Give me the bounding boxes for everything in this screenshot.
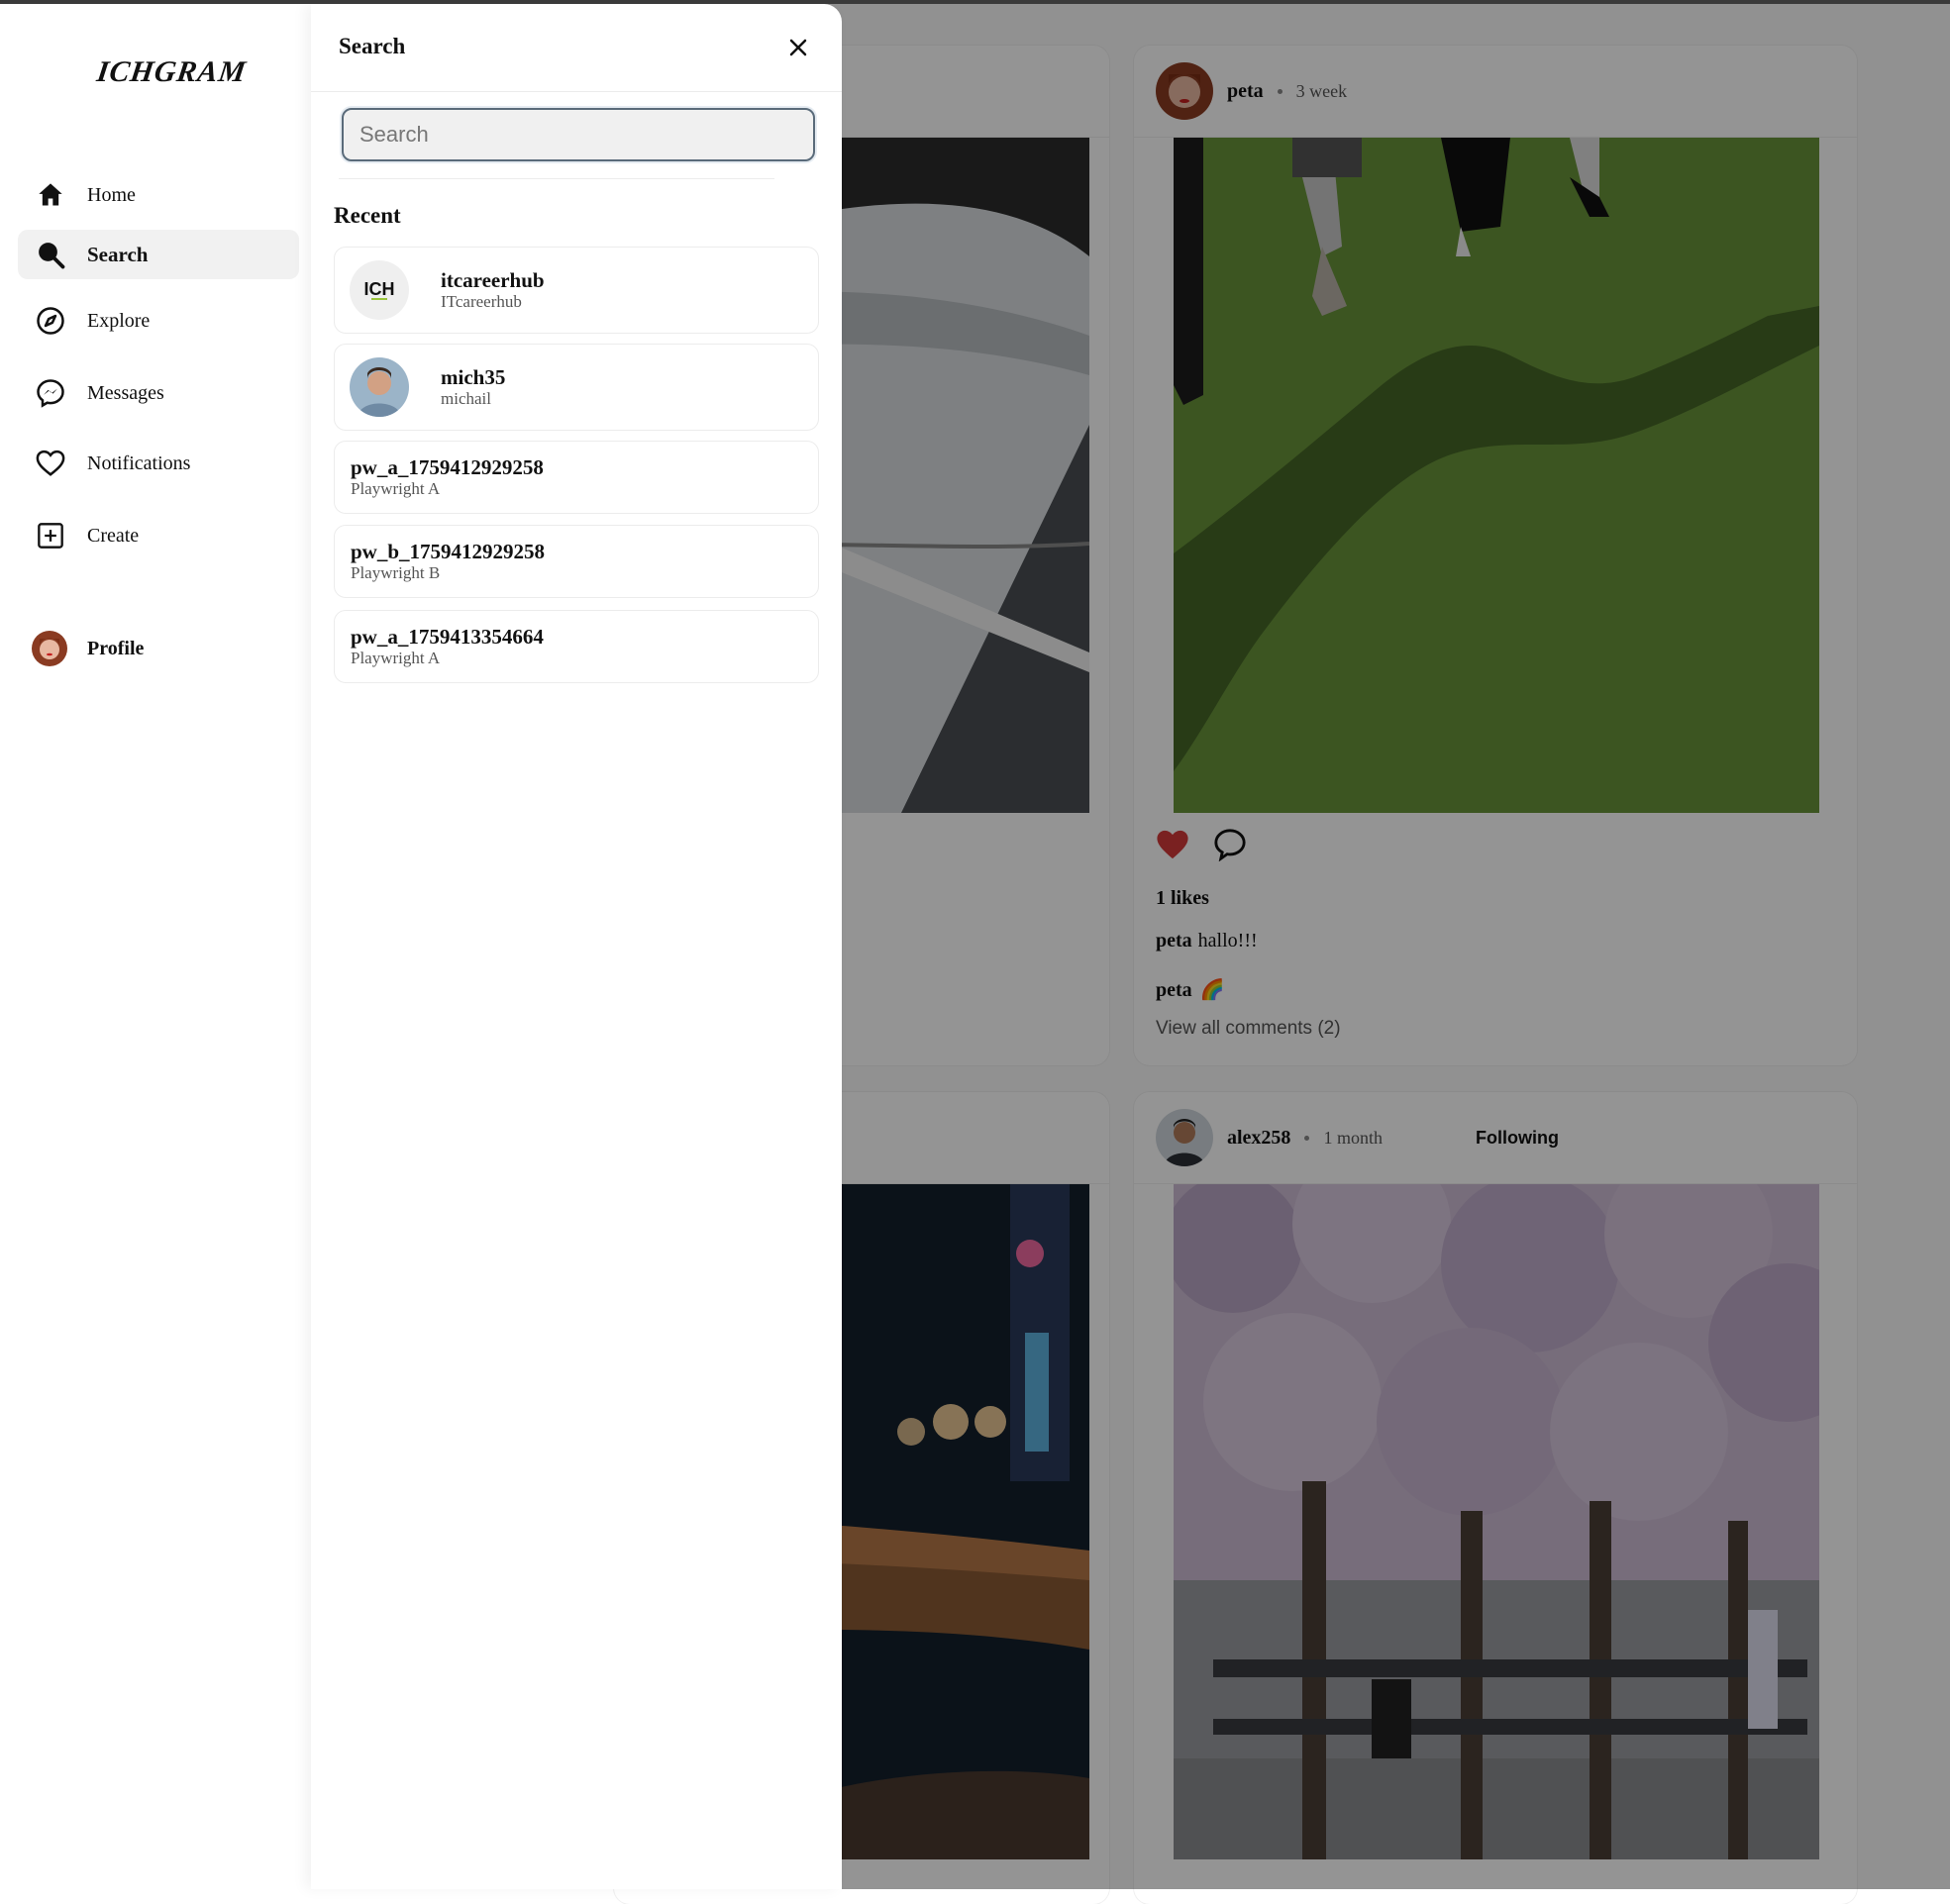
sidebar-item-label: Create bbox=[87, 524, 140, 547]
heart-icon bbox=[34, 447, 67, 480]
search-input-wrapper bbox=[342, 108, 815, 161]
result-username: itcareerhub bbox=[441, 268, 545, 292]
sidebar-item-label: Messages bbox=[87, 381, 164, 404]
sidebar-item-label: Notifications bbox=[87, 451, 191, 474]
result-fullname: Playwright A bbox=[351, 649, 441, 667]
search-panel-title: Search bbox=[339, 34, 406, 58]
window-top-border bbox=[0, 0, 1950, 4]
search-result-item[interactable]: mich35 michail bbox=[334, 344, 819, 431]
search-result-item[interactable]: ICH itcareerhub ITcareerhub bbox=[334, 247, 819, 334]
app-logo[interactable]: ICHGRAM bbox=[95, 55, 249, 89]
search-panel: Search Recent ICH itcareerhub ITcareerhu… bbox=[311, 4, 842, 1889]
sidebar-item-label: Search bbox=[87, 242, 149, 266]
search-result-item[interactable]: pw_a_1759413354664 Playwright A bbox=[334, 610, 819, 683]
sidebar-item-search[interactable]: Search bbox=[18, 230, 299, 279]
divider bbox=[311, 91, 842, 92]
sidebar-item-notifications[interactable]: Notifications bbox=[18, 439, 299, 488]
sidebar-item-label: Home bbox=[87, 183, 136, 206]
result-username: pw_b_1759412929258 bbox=[351, 540, 546, 563]
close-button[interactable] bbox=[782, 32, 814, 63]
sidebar-item-label: Profile bbox=[87, 637, 145, 659]
result-fullname: Playwright A bbox=[351, 479, 441, 498]
sidebar-item-profile[interactable]: Profile bbox=[18, 624, 299, 673]
result-fullname: Playwright B bbox=[351, 563, 441, 582]
plus-square-icon bbox=[34, 519, 67, 552]
result-fullname: ITcareerhub bbox=[441, 292, 522, 311]
sidebar-item-create[interactable]: Create bbox=[18, 511, 299, 560]
svg-text:ICH: ICH bbox=[364, 279, 395, 299]
search-result-item[interactable]: pw_a_1759412929258 Playwright A bbox=[334, 441, 819, 514]
sidebar: ICHGRAM Home Search Explore Messages Not… bbox=[0, 4, 311, 1889]
sidebar-item-home[interactable]: Home bbox=[18, 170, 299, 220]
result-username: pw_a_1759412929258 bbox=[351, 455, 544, 479]
messenger-icon bbox=[34, 376, 67, 410]
recent-heading: Recent bbox=[334, 203, 401, 228]
sidebar-item-label: Explore bbox=[87, 309, 151, 332]
sidebar-item-messages[interactable]: Messages bbox=[18, 368, 299, 418]
avatar bbox=[350, 357, 409, 417]
search-result-item[interactable]: pw_b_1759412929258 Playwright B bbox=[334, 525, 819, 598]
avatar: ICH bbox=[350, 260, 409, 320]
search-input[interactable] bbox=[344, 110, 813, 159]
result-username: mich35 bbox=[441, 365, 506, 389]
search-icon bbox=[34, 238, 67, 271]
result-fullname: michail bbox=[441, 389, 491, 408]
result-username: pw_a_1759413354664 bbox=[351, 625, 544, 649]
divider bbox=[339, 178, 774, 179]
compass-icon bbox=[34, 304, 67, 338]
sidebar-item-explore[interactable]: Explore bbox=[18, 296, 299, 346]
home-icon bbox=[34, 178, 67, 212]
close-icon bbox=[789, 39, 807, 56]
avatar bbox=[32, 631, 67, 666]
